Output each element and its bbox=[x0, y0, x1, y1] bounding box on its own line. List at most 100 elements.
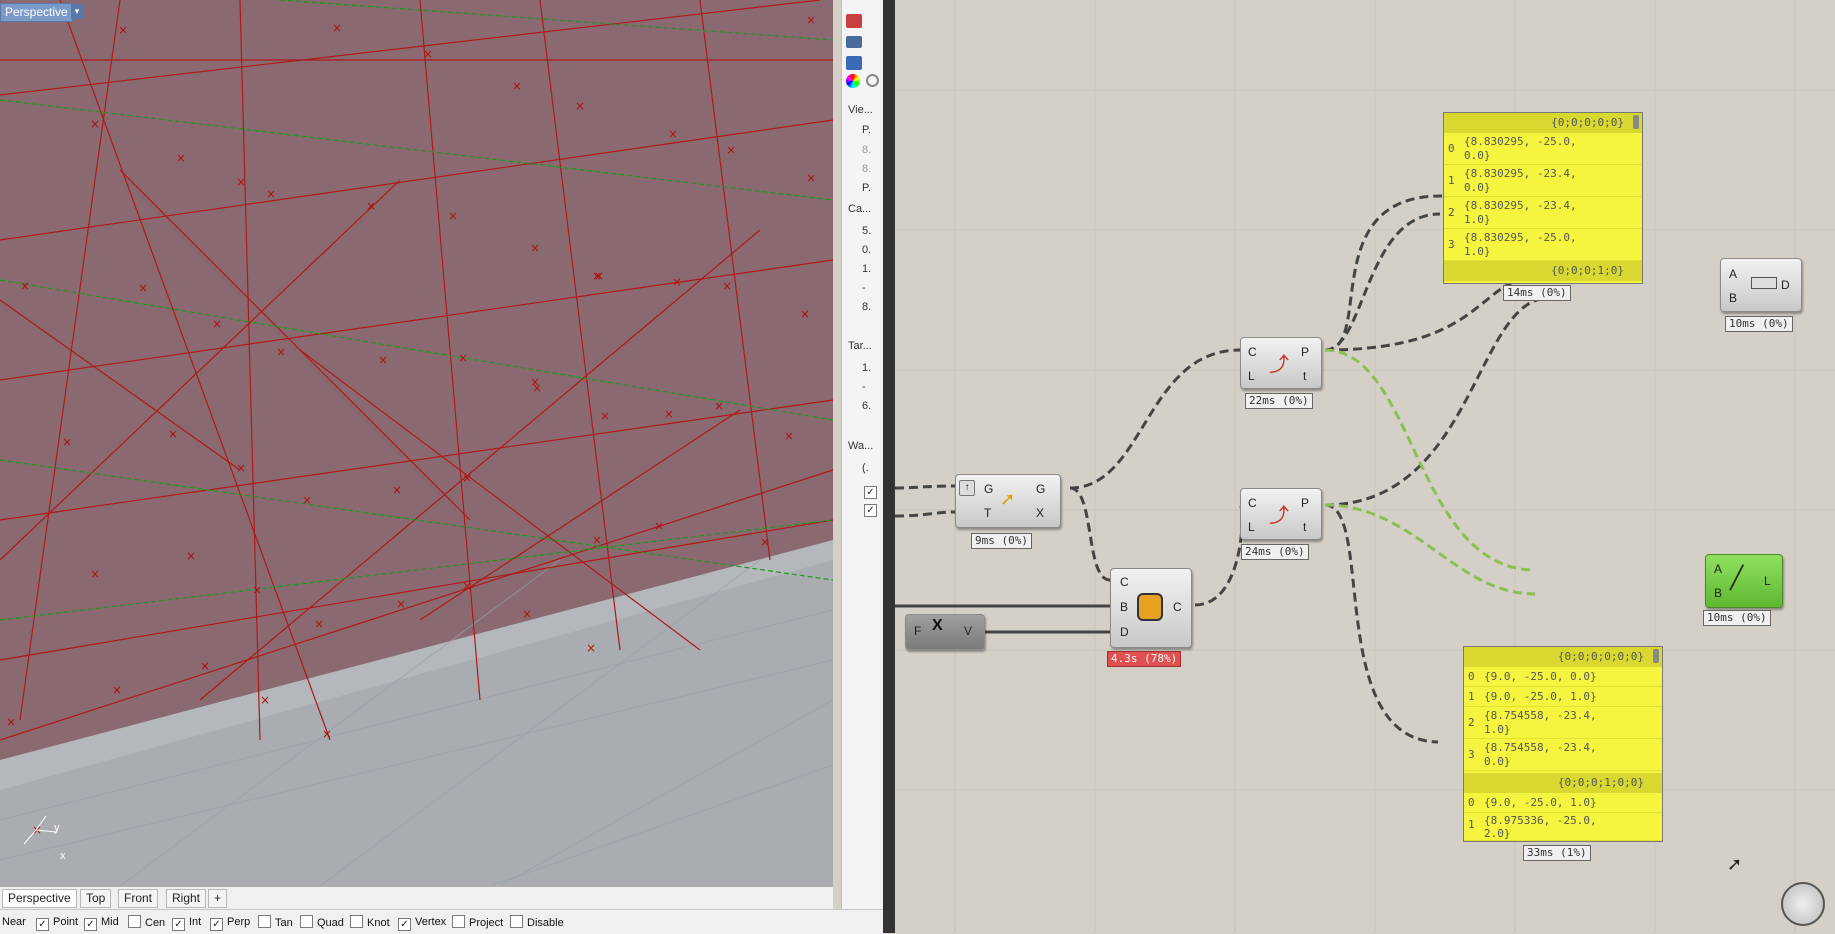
prop-value[interactable]: 6. bbox=[862, 400, 871, 412]
input-g[interactable]: G bbox=[984, 482, 993, 496]
rhino-viewport[interactable]: × × × × × × × × × × × × × × × × × × × × × × × × × × × × × × … bbox=[0, 0, 833, 886]
line-component[interactable]: A B ╱ L bbox=[1705, 554, 1783, 608]
osnap-project[interactable]: Project bbox=[452, 915, 503, 930]
boolean-icon bbox=[1137, 593, 1163, 621]
input-b[interactable]: B bbox=[1729, 291, 1737, 305]
prop-value[interactable]: 8. bbox=[862, 144, 871, 156]
splitter[interactable] bbox=[883, 0, 895, 933]
svg-text:×: × bbox=[366, 199, 376, 213]
prop-value[interactable]: (. bbox=[862, 462, 869, 474]
osnap-quad[interactable]: Quad bbox=[300, 915, 344, 930]
output-l[interactable]: L bbox=[1764, 574, 1771, 588]
osnap-near[interactable]: Near bbox=[2, 915, 26, 929]
color-wheel-icon[interactable] bbox=[846, 74, 860, 88]
tab-perspective[interactable]: Perspective bbox=[2, 889, 77, 908]
output-g[interactable]: G bbox=[1036, 482, 1045, 496]
tab-right[interactable]: Right bbox=[166, 889, 207, 908]
osnap-perp[interactable]: ✓ Perp bbox=[210, 915, 250, 931]
upload-icon[interactable]: ↑ bbox=[959, 480, 975, 496]
input-b[interactable]: B bbox=[1120, 600, 1128, 614]
curve-closest-point-component-2[interactable]: C L ⤴ P t bbox=[1240, 488, 1322, 540]
list-item: 1 {8.830295, -23.4, 0.0} bbox=[1444, 165, 1642, 197]
output-t[interactable]: t bbox=[1303, 520, 1306, 534]
input-b[interactable]: B bbox=[1714, 586, 1722, 600]
osnap-cen[interactable]: Cen bbox=[128, 915, 165, 930]
prop-value[interactable]: 8. bbox=[862, 163, 871, 175]
output-p[interactable]: P bbox=[1301, 345, 1309, 359]
input-d[interactable]: D bbox=[1120, 625, 1129, 639]
svg-text:×: × bbox=[423, 47, 433, 61]
curve-closest-point-component[interactable]: C L ⤴ P t bbox=[1240, 337, 1322, 389]
output-panel-2[interactable]: {0;0;0;0;0;0} 0 {9.0, -25.0, 0.0} 1 {9.0, … bbox=[1463, 646, 1663, 842]
svg-text:×: × bbox=[458, 351, 468, 365]
osnap-int[interactable]: ✓ Int bbox=[172, 915, 201, 931]
output-x[interactable]: X bbox=[1036, 506, 1044, 520]
input-a[interactable]: A bbox=[1729, 267, 1737, 281]
axis-label-y: y bbox=[54, 822, 60, 834]
input-t[interactable]: T bbox=[984, 506, 991, 520]
panel-scrollbar[interactable] bbox=[1653, 649, 1659, 663]
osnap-point[interactable]: ✓ Point bbox=[36, 915, 78, 931]
panel-scrollbar[interactable] bbox=[1633, 115, 1639, 129]
svg-text:×: × bbox=[722, 279, 732, 293]
output-t[interactable]: t bbox=[1303, 369, 1306, 383]
osnap-disable[interactable]: Disable bbox=[510, 915, 564, 930]
prop-value[interactable]: - bbox=[862, 282, 866, 294]
osnap-knot[interactable]: Knot bbox=[350, 915, 390, 930]
panel-branch-header: {0;0;0;0;0;0} bbox=[1464, 647, 1662, 667]
grasshopper-canvas[interactable]: ↑ G T ➚ G X 9ms (0%) F X V C B D C 4.3s … bbox=[895, 0, 1835, 933]
output-panel[interactable]: {0;0;0;0;0} 0 {8.830295, -25.0, 0.0} 1 {8.8… bbox=[1443, 112, 1643, 284]
solid-boolean-component[interactable]: C B D C bbox=[1110, 568, 1192, 648]
output-v[interactable]: V bbox=[964, 624, 972, 638]
wallpaper-show-checkbox[interactable]: ✓ bbox=[864, 480, 881, 499]
input-a[interactable]: A bbox=[1714, 562, 1722, 576]
gear-icon[interactable] bbox=[866, 74, 879, 87]
properties-panel: Vie... P. 8. 8. P. Ca... 5. 0. 1. - 8. T… bbox=[841, 0, 884, 909]
prop-value[interactable]: 1. bbox=[862, 263, 871, 275]
distance-component[interactable]: A B D bbox=[1720, 258, 1802, 312]
viewport-menu-arrow-icon[interactable]: ▾ bbox=[71, 4, 83, 19]
timing-label: 24ms (0%) bbox=[1241, 544, 1309, 560]
output-d[interactable]: D bbox=[1781, 278, 1790, 292]
display-icon[interactable] bbox=[846, 36, 862, 48]
prop-value[interactable]: 8. bbox=[862, 301, 871, 313]
panel-branch-header: {0;0;0;0;0} bbox=[1444, 113, 1642, 133]
osnap-vertex[interactable]: ✓ Vertex bbox=[398, 915, 446, 931]
prop-value[interactable]: 5. bbox=[862, 225, 871, 237]
prop-value[interactable]: P. bbox=[862, 182, 871, 194]
list-item: 1 {8.975336, -25.0, 2.0} bbox=[1464, 813, 1662, 841]
list-item: 2 {8.830295, -23.4, 1.0} bbox=[1444, 197, 1642, 229]
canvas-navigation-widget[interactable] bbox=[1781, 882, 1825, 926]
svg-text:×: × bbox=[314, 617, 324, 631]
expression-component[interactable]: F X V bbox=[905, 614, 985, 650]
viewport-title[interactable]: Perspective bbox=[0, 3, 73, 22]
layer-icon[interactable] bbox=[846, 14, 862, 28]
tab-top[interactable]: Top bbox=[80, 889, 112, 908]
viewport-geometry: × ×× ××× ××× ××× ××× ××× ××× × ×× × × × ××× … bbox=[0, 0, 833, 886]
timing-label-warning: 4.3s (78%) bbox=[1107, 651, 1182, 667]
input-c[interactable]: C bbox=[1248, 345, 1257, 359]
input-f[interactable]: F bbox=[914, 624, 921, 638]
input-c[interactable]: C bbox=[1120, 575, 1129, 589]
prop-value[interactable]: 0. bbox=[862, 244, 871, 256]
panel-branch-footer: {0;0;0;1;0} bbox=[1444, 261, 1642, 281]
osnap-mid[interactable]: ✓ Mid bbox=[84, 915, 119, 931]
output-c[interactable]: C bbox=[1173, 600, 1182, 614]
help-icon[interactable] bbox=[846, 56, 862, 70]
tab-front[interactable]: Front bbox=[118, 889, 159, 908]
input-c[interactable]: C bbox=[1248, 496, 1257, 510]
prop-value[interactable]: - bbox=[862, 381, 866, 393]
svg-text:×: × bbox=[726, 143, 736, 157]
input-l[interactable]: L bbox=[1248, 520, 1255, 534]
svg-text:×: × bbox=[266, 187, 276, 201]
checkbox-icon: ✓ bbox=[210, 918, 223, 931]
osnap-tan[interactable]: Tan bbox=[258, 915, 293, 930]
add-tab-button[interactable]: + bbox=[208, 889, 228, 908]
prop-value[interactable]: 1. bbox=[862, 362, 871, 374]
input-l[interactable]: L bbox=[1248, 369, 1255, 383]
svg-text:×: × bbox=[176, 151, 186, 165]
prop-value[interactable]: P. bbox=[862, 124, 871, 136]
move-component[interactable]: ↑ G T ➚ G X bbox=[955, 474, 1061, 528]
wallpaper-gray-checkbox[interactable]: ✓ bbox=[864, 498, 881, 517]
output-p[interactable]: P bbox=[1301, 496, 1309, 510]
